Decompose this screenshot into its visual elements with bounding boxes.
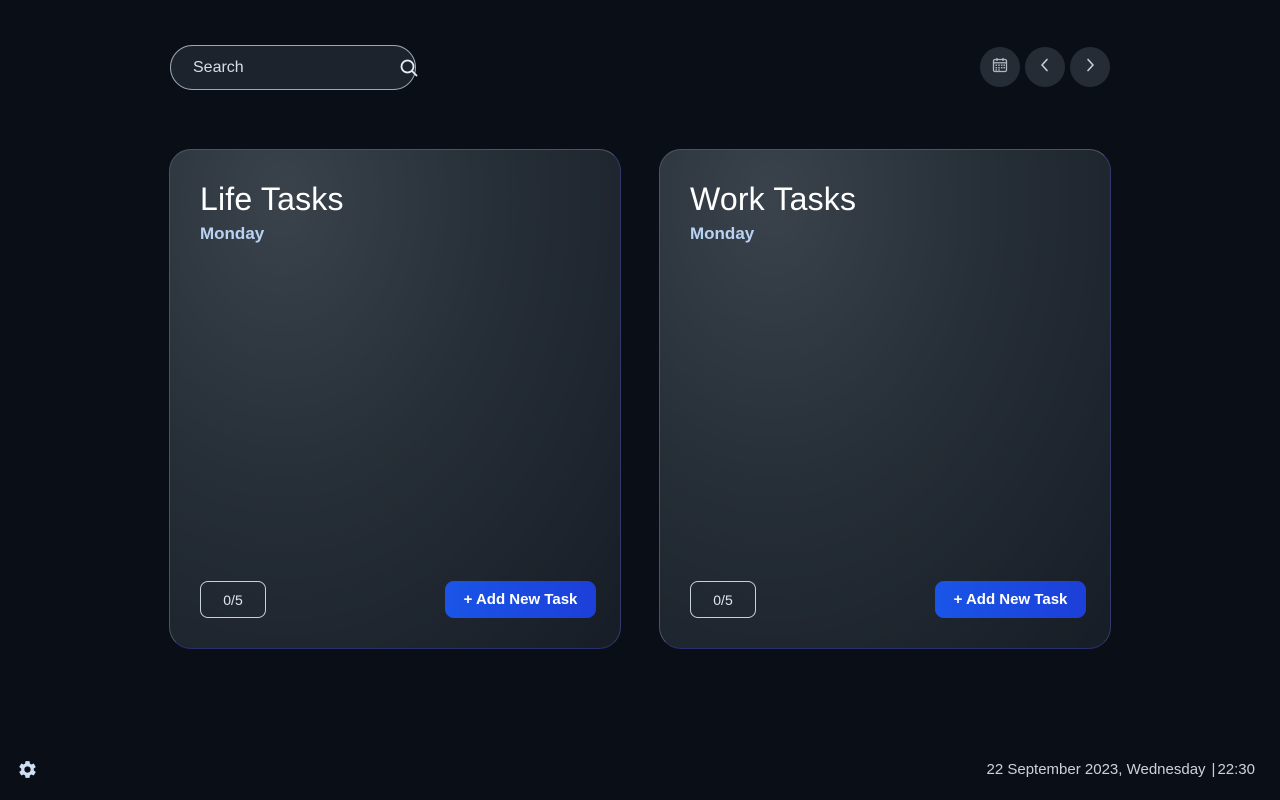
settings-button[interactable] <box>17 759 38 780</box>
chevron-left-icon <box>1039 58 1051 77</box>
card-title: Work Tasks <box>690 181 857 217</box>
task-counter: 0/5 <box>690 581 756 618</box>
add-new-task-button[interactable]: + Add New Task <box>445 581 596 618</box>
card-title: Life Tasks <box>200 181 344 217</box>
life-tasks-card: Life Tasks Monday 0/5 + Add New Task <box>169 149 621 649</box>
card-day-label: Monday <box>200 224 265 243</box>
app-root: Life Tasks Monday 0/5 + Add New Task Wor… <box>0 0 1280 800</box>
task-counter: 0/5 <box>200 581 266 618</box>
footer-datetime: 22 September 2023, Wednesday | 22:30 <box>987 761 1256 778</box>
search-icon[interactable] <box>400 58 418 78</box>
chevron-right-icon <box>1084 58 1096 77</box>
work-tasks-card: Work Tasks Monday 0/5 + Add New Task <box>659 149 1111 649</box>
footer-separator: | <box>1211 761 1216 778</box>
gear-icon <box>17 761 38 784</box>
calendar-icon <box>992 57 1008 78</box>
previous-day-button[interactable] <box>1025 47 1065 87</box>
add-new-task-button[interactable]: + Add New Task <box>935 581 1086 618</box>
calendar-button[interactable] <box>980 47 1020 87</box>
date-navigation <box>980 47 1110 87</box>
search-bar[interactable] <box>170 45 418 90</box>
card-day-label: Monday <box>690 224 755 243</box>
footer-date: 22 September 2023, Wednesday <box>986 761 1206 778</box>
next-day-button[interactable] <box>1070 47 1110 87</box>
footer-time: 22:30 <box>1217 761 1255 778</box>
search-input[interactable] <box>193 58 400 77</box>
